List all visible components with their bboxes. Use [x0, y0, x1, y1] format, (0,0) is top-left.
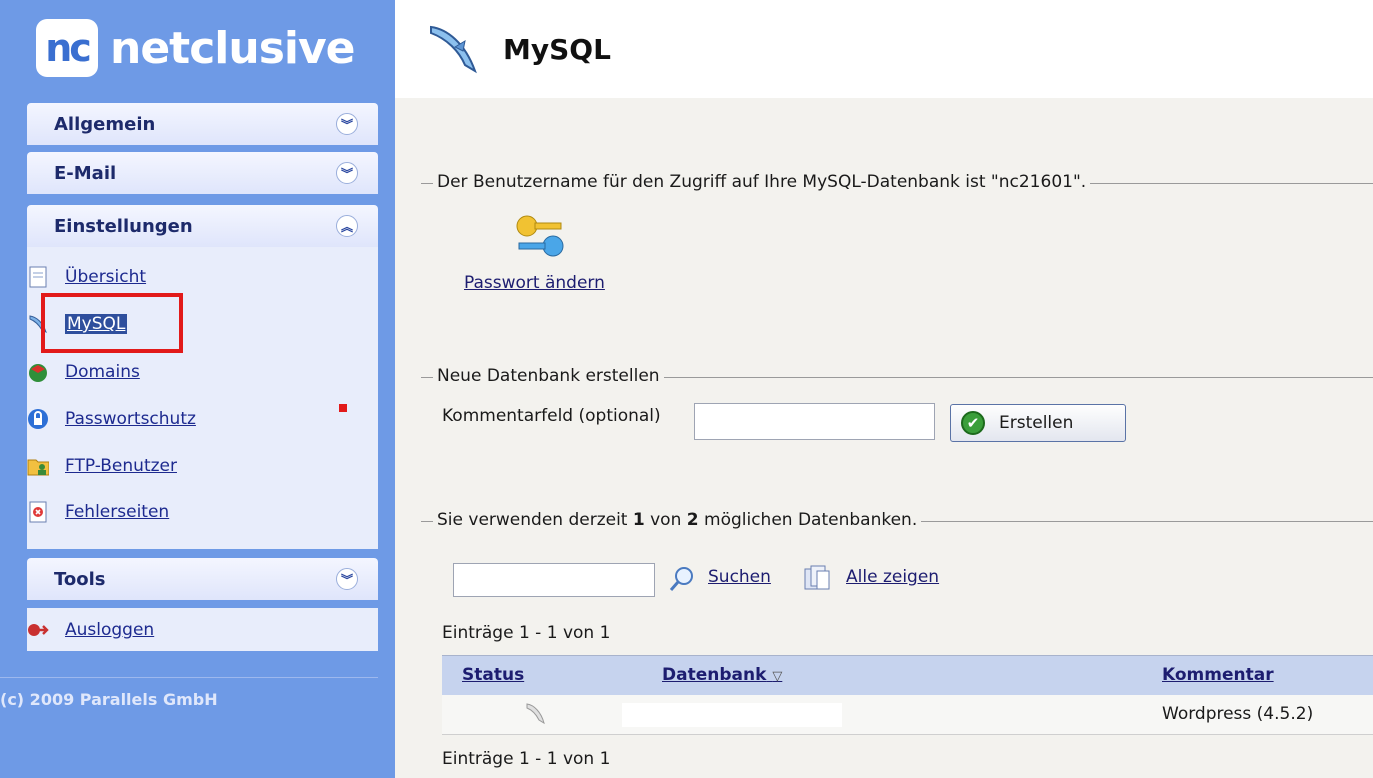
- lock-icon: [27, 408, 49, 430]
- section-label: E-Mail: [54, 162, 117, 184]
- create-button-label: Erstellen: [999, 413, 1074, 433]
- chevron-down-icon[interactable]: ︾: [336, 568, 358, 590]
- show-all-link[interactable]: Alle zeigen: [846, 567, 939, 587]
- sort-desc-icon: ▽: [772, 669, 783, 684]
- sidebar-item-label[interactable]: Fehlerseiten: [65, 502, 169, 522]
- usage-legend: Sie verwenden derzeit 1 von 2 möglichen …: [433, 510, 922, 530]
- table-row[interactable]: Wordpress (4.5.2): [442, 695, 1373, 735]
- sidebar-item-uebersicht[interactable]: Übersicht: [27, 266, 146, 288]
- usage-max: 2: [686, 510, 699, 530]
- username-legend: Der Benutzername für den Zugriff auf Ihr…: [433, 172, 1091, 192]
- chevron-down-icon[interactable]: ︾: [336, 113, 358, 135]
- usage-text: Sie verwenden derzeit: [437, 510, 633, 530]
- column-datenbank[interactable]: Datenbank ▽: [662, 665, 782, 685]
- sidebar-item-label[interactable]: FTP-Benutzer: [65, 456, 177, 476]
- sidebar-item-label[interactable]: Passwortschutz: [65, 409, 196, 429]
- error-page-icon: [27, 501, 49, 523]
- section-email[interactable]: E-Mail ︾: [27, 152, 378, 194]
- dolphin-icon: [430, 25, 477, 74]
- table-header: Status Datenbank ▽ Kommentar: [442, 655, 1373, 695]
- chevron-down-icon[interactable]: ︾: [336, 162, 358, 184]
- database-name-cell[interactable]: [622, 703, 842, 727]
- create-button[interactable]: ✔ Erstellen: [950, 404, 1126, 442]
- comment-input[interactable]: [694, 403, 935, 440]
- column-label: Datenbank: [662, 665, 767, 685]
- sidebar: nc netclusive Allgemein ︾ E-Mail ︾ Einst…: [0, 0, 395, 778]
- new-db-legend: Neue Datenbank erstellen: [433, 366, 664, 386]
- entries-count-top: Einträge 1 - 1 von 1: [442, 623, 611, 643]
- keys-icon[interactable]: [513, 208, 573, 266]
- section-label: Tools: [54, 568, 106, 590]
- section-allgemein[interactable]: Allgemein ︾: [27, 103, 378, 145]
- usage-text: möglichen Datenbanken.: [698, 510, 918, 530]
- logo-word: netclusive: [110, 22, 355, 74]
- column-status[interactable]: Status: [462, 665, 524, 685]
- sidebar-divider: [0, 677, 378, 678]
- section-tools[interactable]: Tools ︾: [27, 558, 378, 600]
- logout-link[interactable]: Ausloggen: [27, 619, 154, 641]
- highlight-box: [41, 293, 183, 353]
- copyright: (c) 2009 Parallels GmbH: [0, 690, 218, 709]
- logout-label[interactable]: Ausloggen: [65, 620, 154, 640]
- search-input[interactable]: [453, 563, 655, 597]
- section-label: Einstellungen: [54, 215, 193, 237]
- globe-icon: [27, 361, 49, 383]
- page-header: MySQL: [395, 0, 1373, 98]
- comment-cell: Wordpress (4.5.2): [1162, 704, 1314, 724]
- logout-icon: [27, 619, 49, 641]
- sidebar-item-ftp-benutzer[interactable]: FTP-Benutzer: [27, 455, 177, 477]
- search-link[interactable]: Suchen: [708, 567, 771, 587]
- usage-text: von: [644, 510, 687, 530]
- usage-used: 1: [632, 510, 645, 530]
- column-kommentar[interactable]: Kommentar: [1162, 665, 1274, 685]
- page-icon: [27, 266, 49, 288]
- sidebar-item-label[interactable]: Domains: [65, 362, 140, 382]
- section-einstellungen[interactable]: Einstellungen ︽: [27, 205, 378, 247]
- folder-user-icon: [27, 455, 49, 477]
- change-password-link[interactable]: Passwort ändern: [464, 273, 605, 293]
- logo-mark: nc: [36, 19, 98, 77]
- show-all-icon[interactable]: [801, 563, 833, 598]
- page-title: MySQL: [503, 32, 611, 66]
- section-label: Allgemein: [54, 113, 156, 135]
- status-marker: [339, 404, 347, 412]
- comment-label: Kommentarfeld (optional): [442, 406, 661, 426]
- sidebar-item-domains[interactable]: Domains: [27, 361, 140, 383]
- sidebar-item-fehlerseiten[interactable]: Fehlerseiten: [27, 501, 169, 523]
- brand-logo[interactable]: nc netclusive: [36, 18, 355, 78]
- sidebar-item-label[interactable]: Übersicht: [65, 267, 146, 287]
- sidebar-item-passwortschutz[interactable]: Passwortschutz: [27, 408, 196, 430]
- chevron-up-icon[interactable]: ︽: [336, 215, 358, 237]
- entries-count-bottom: Einträge 1 - 1 von 1: [442, 749, 611, 769]
- check-icon: ✔: [961, 411, 985, 435]
- search-icon[interactable]: [668, 565, 696, 598]
- dolphin-status-icon: [524, 701, 548, 732]
